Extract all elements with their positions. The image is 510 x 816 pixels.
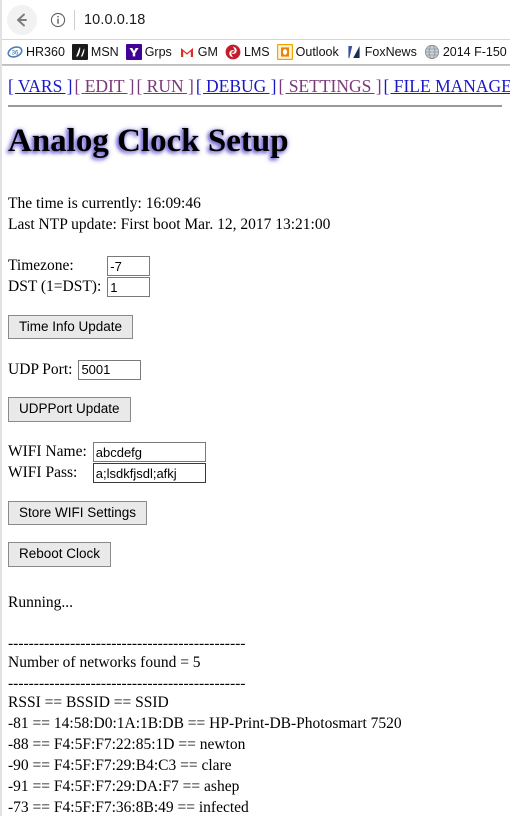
bookmark-grps[interactable]: Grps [125, 44, 172, 60]
udp-port-label: UDP Port: [8, 360, 73, 378]
store-wifi-settings-button[interactable]: Store WIFI Settings [8, 500, 148, 526]
network-row: -90 == F4:5F:F7:29:B4:C3 == clare [8, 756, 232, 774]
wifi-pass-input-cell [92, 463, 206, 484]
bookmark-hr360[interactable]: 36 HR360 [7, 44, 65, 60]
yahoo-favicon [125, 44, 142, 60]
nav-link-settings[interactable]: [ SETTINGS ] [279, 76, 382, 96]
udp-settings-form: UDP Port: [8, 359, 142, 380]
bookmark-label: FoxNews [364, 45, 417, 59]
url-bar[interactable]: 10.0.0.18 [84, 12, 145, 28]
wifi-name-label: WIFI Name: [8, 443, 87, 461]
horizontal-rule [8, 104, 502, 107]
dst-row: DST (1=DST): [8, 277, 151, 298]
network-count-line: Number of networks found = 5 [8, 653, 201, 671]
network-row: -73 == F4:5F:F7:36:8B:49 == infected [8, 798, 249, 816]
bookmark-label: Grps [144, 45, 172, 59]
udp-port-row: UDP Port: [8, 359, 142, 380]
timezone-label: Timezone: [8, 257, 74, 275]
wifi-pass-input[interactable] [92, 463, 206, 484]
dst-label: DST (1=DST): [8, 278, 102, 296]
time-status-block: The time is currently: 16:09:46 Last NTP… [8, 194, 502, 236]
time-info-update-button[interactable]: Time Info Update [8, 314, 134, 340]
last-ntp-line: Last NTP update: First boot Mar. 12, 201… [8, 215, 331, 233]
divider-dashes-top: ----------------------------------------… [8, 634, 246, 652]
bookmarks-bar: 36 HR360 MSN Grps GM LMS Outlook FoxNews… [0, 40, 510, 65]
bookmark-label: HR360 [26, 45, 65, 59]
nav-link-vars[interactable]: [ VARS ] [8, 76, 73, 96]
store-wifi-settings-row: Store WIFI Settings [8, 500, 502, 526]
page-content: [ VARS ] [ EDIT ] [ RUN ] [ DEBUG ] [ SE… [0, 66, 510, 816]
bookmark-label: GM [197, 45, 218, 59]
udp-port-input[interactable] [78, 359, 142, 380]
hr360-favicon: 36 [7, 44, 23, 60]
nav-link-edit[interactable]: [ EDIT ] [75, 76, 135, 96]
wifi-settings-form: WIFI Name: WIFI Pass: [8, 442, 206, 484]
wifi-name-input[interactable] [92, 442, 206, 463]
bookmark-lms[interactable]: LMS [225, 44, 270, 60]
bookmark-label: 2014 F-150 [442, 45, 507, 59]
wifi-pass-label: WIFI Pass: [8, 464, 78, 482]
browser-toolbar: 10.0.0.18 [0, 0, 510, 40]
bookmark-label: LMS [243, 45, 270, 59]
globe-favicon [424, 44, 439, 60]
info-icon[interactable] [45, 7, 71, 33]
dst-input[interactable] [107, 277, 151, 298]
bookmark-msn[interactable]: MSN [71, 44, 119, 60]
network-row: -88 == F4:5F:F7:22:85:1D == newton [8, 736, 246, 753]
bookmark-label: MSN [90, 45, 119, 59]
udp-port-update-button[interactable]: UDPPort Update [8, 397, 131, 422]
timezone-input-cell [107, 256, 151, 277]
lms-favicon [225, 44, 241, 60]
bookmark-label: Outlook [295, 45, 339, 59]
gmail-favicon [178, 44, 195, 60]
nav-link-debug[interactable]: [ DEBUG ] [196, 76, 277, 96]
browser-chrome: 10.0.0.18 36 HR360 MSN Grps GM LMS Outlo… [0, 0, 510, 66]
bookmark-gm[interactable]: GM [178, 44, 218, 60]
divider-dashes-bottom: ----------------------------------------… [8, 674, 246, 692]
bookmark-2014-f150[interactable]: 2014 F-150 [424, 44, 507, 60]
network-row: -81 == 14:58:D0:1A:1B:DB == HP-Print-DB-… [8, 715, 402, 733]
dst-input-cell [107, 277, 151, 298]
back-arrow-icon[interactable] [7, 4, 37, 35]
wifi-name-input-cell [92, 442, 206, 463]
time-settings-form: Timezone: DST (1=DST): [8, 256, 151, 298]
foxnews-favicon [345, 44, 362, 60]
bookmark-outlook[interactable]: Outlook [276, 44, 339, 60]
udp-port-input-cell [78, 359, 142, 380]
bookmark-foxnews[interactable]: FoxNews [345, 44, 417, 60]
msn-favicon [71, 44, 88, 60]
time-info-update-row: Time Info Update [8, 314, 502, 340]
nav-link-file-manager[interactable]: [ FILE MANAGER ] [384, 76, 510, 96]
nav-link-run[interactable]: [ RUN ] [136, 76, 193, 96]
timezone-row: Timezone: [8, 256, 151, 277]
nav-links: [ VARS ] [ EDIT ] [ RUN ] [ DEBUG ] [ SE… [8, 76, 510, 98]
page-title: Analog Clock Setup [8, 122, 289, 159]
reboot-clock-row: Reboot Clock [8, 542, 502, 567]
outlook-favicon [276, 44, 293, 60]
svg-text:36: 36 [12, 50, 19, 56]
network-table-header: RSSI == BSSID == SSID [8, 694, 169, 712]
udp-port-update-row: UDPPort Update [8, 397, 502, 422]
current-time-line: The time is currently: 16:09:46 [8, 194, 201, 212]
network-row: -91 == F4:5F:F7:29:DA:F7 == ashep [8, 777, 240, 795]
address-bar-divider [74, 9, 75, 30]
wifi-name-row: WIFI Name: [8, 442, 206, 463]
reboot-clock-button[interactable]: Reboot Clock [8, 542, 112, 567]
timezone-input[interactable] [107, 256, 151, 277]
running-status-text: Running... [8, 593, 74, 611]
wifi-pass-row: WIFI Pass: [8, 463, 206, 484]
